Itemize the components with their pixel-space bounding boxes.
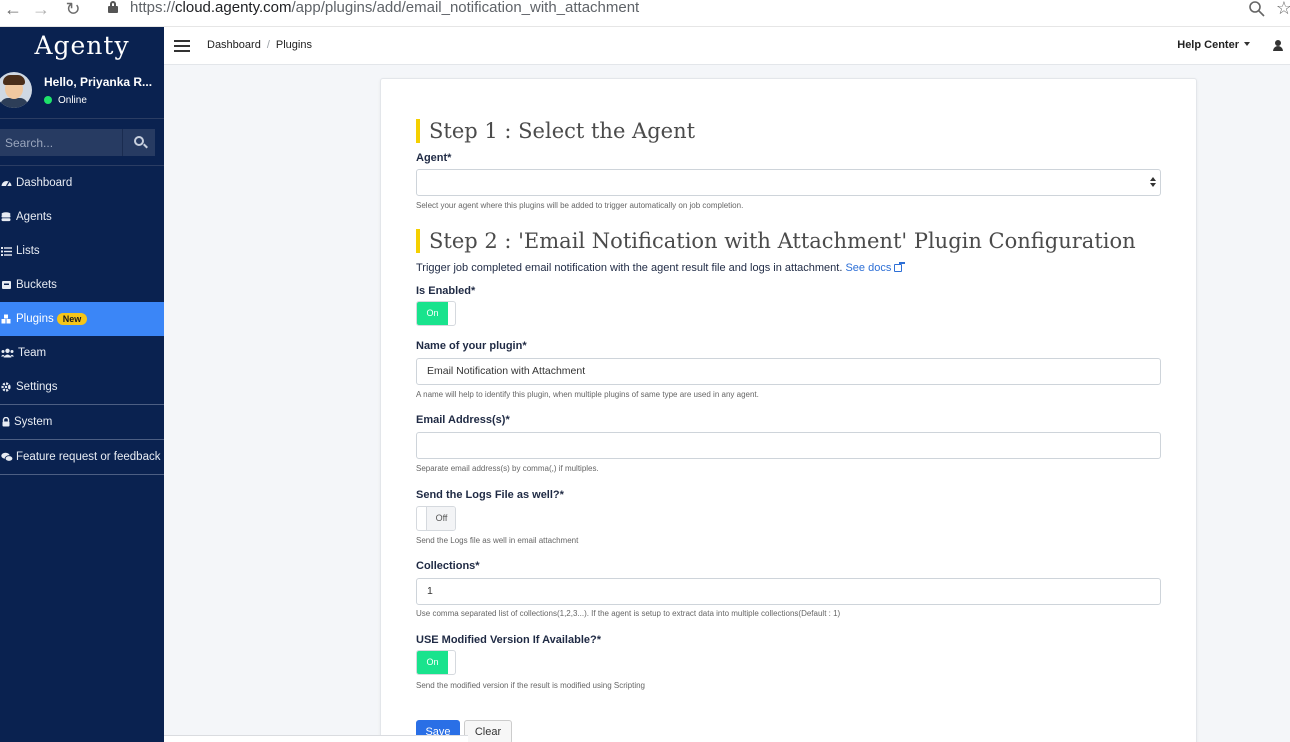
comments-icon (1, 452, 13, 462)
sidebar-item-feedback[interactable]: Feature request or feedback (0, 440, 164, 474)
tachometer-icon (1, 181, 12, 187)
clear-button[interactable]: Clear (464, 720, 512, 742)
breadcrumb-plugins: Plugins (275, 39, 312, 51)
is-enabled-label: Is Enabled* (416, 285, 476, 297)
step2-title: Step 2 : 'Email Notification with Attach… (416, 229, 1136, 253)
forward-arrow-icon[interactable]: → (30, 0, 52, 22)
url-text: https://cloud.agenty.com/app/plugins/add… (130, 0, 640, 16)
plugins-icon (1, 314, 11, 324)
sidebar-search-input[interactable] (0, 129, 122, 156)
browser-toolbar: ← → ↻ https://cloud.agenty.com/app/plugi… (0, 0, 1290, 27)
bookmark-star-icon[interactable]: ☆ (1276, 0, 1290, 19)
select-arrows-icon (1150, 177, 1156, 189)
gear-icon (1, 382, 11, 392)
user-panel: Hello, Priyanka R... Online (0, 65, 164, 119)
zoom-icon[interactable] (1248, 0, 1266, 18)
external-link-icon (894, 262, 906, 272)
plugin-name-input[interactable]: Email Notification with Attachment (416, 358, 1161, 385)
reload-icon[interactable]: ↻ (62, 0, 84, 22)
modified-version-toggle[interactable]: On (416, 650, 456, 675)
plugin-name-hint: A name will help to identify this plugin… (416, 390, 759, 399)
sidebar-item-lists[interactable]: Lists (0, 234, 164, 268)
agent-label: Agent* (416, 152, 452, 164)
user-icon[interactable] (1272, 40, 1284, 52)
back-arrow-icon[interactable]: ← (2, 0, 24, 22)
users-icon (1, 348, 14, 358)
collections-label: Collections* (416, 560, 480, 572)
address-bar[interactable]: https://cloud.agenty.com/app/plugins/add… (96, 0, 1256, 20)
sidebar-item-system[interactable]: System (0, 405, 164, 439)
bucket-icon (2, 281, 11, 289)
sidebar: Agenty Hello, Priyanka R... Online Dashb… (0, 27, 164, 742)
logs-file-label: Send the Logs File as well?* (416, 489, 564, 501)
help-center-dropdown[interactable]: Help Center (1177, 39, 1250, 51)
lock-icon (2, 417, 10, 427)
top-navbar: Dashboard / Plugins Help Center (164, 27, 1290, 65)
list-icon (1, 247, 12, 256)
logs-file-toggle[interactable]: Off (416, 506, 456, 531)
email-field[interactable] (416, 432, 1161, 459)
sidebar-search (0, 119, 164, 166)
agenty-logo[interactable]: Agenty (0, 27, 164, 65)
logs-file-hint: Send the Logs file as well in email atta… (416, 536, 579, 545)
sidebar-item-settings[interactable]: Settings (0, 370, 164, 404)
user-greeting: Hello, Priyanka R... (44, 75, 153, 89)
is-enabled-toggle[interactable]: On (416, 301, 456, 326)
sidebar-menu: Dashboard Agents Lists Buckets Plugins Ne… (0, 166, 164, 475)
sidebar-item-team[interactable]: Team (0, 336, 164, 370)
agent-hint: Select your agent where this plugins wil… (416, 201, 744, 210)
sidebar-item-dashboard[interactable]: Dashboard (0, 166, 164, 200)
breadcrumb: Dashboard / Plugins (207, 39, 312, 51)
sidebar-item-plugins[interactable]: Plugins New (0, 302, 164, 336)
online-status: Online (44, 95, 87, 106)
hamburger-menu-icon[interactable] (174, 40, 190, 52)
email-label: Email Address(s)* (416, 414, 510, 426)
database-icon (1, 212, 11, 222)
menu-divider (0, 474, 164, 475)
collections-hint: Use comma separated list of collections(… (416, 609, 841, 618)
plugin-name-label: Name of your plugin* (416, 340, 527, 352)
online-dot-icon (44, 96, 52, 104)
sidebar-item-agents[interactable]: Agents (0, 200, 164, 234)
lock-icon (108, 1, 118, 13)
collections-input[interactable]: 1 (416, 578, 1161, 605)
plugin-config-card: Step 1 : Select the Agent Agent* Select … (380, 78, 1197, 742)
email-hint: Separate email address(s) by comma(,) if… (416, 464, 599, 473)
see-docs-link[interactable]: See docs (845, 262, 906, 274)
status-bubble (164, 735, 468, 742)
search-button[interactable] (122, 129, 155, 156)
agent-select[interactable] (416, 169, 1161, 196)
modified-version-hint: Send the modified version if the result … (416, 681, 646, 690)
step1-title: Step 1 : Select the Agent (416, 119, 695, 143)
new-badge: New (56, 313, 88, 325)
breadcrumb-dashboard[interactable]: Dashboard (207, 39, 261, 51)
step2-description: Trigger job completed email notification… (416, 262, 906, 274)
sidebar-item-buckets[interactable]: Buckets (0, 268, 164, 302)
caret-down-icon (1244, 42, 1250, 46)
modified-version-label: USE Modified Version If Available?* (416, 634, 602, 646)
avatar (0, 72, 32, 108)
